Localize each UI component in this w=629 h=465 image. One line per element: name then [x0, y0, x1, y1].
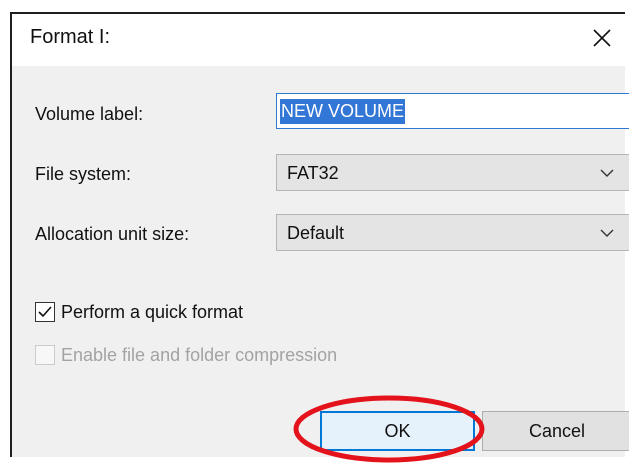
compression-option: Enable file and folder compression: [35, 343, 337, 367]
file-system-selected: FAT32: [287, 163, 339, 183]
volume-label-input[interactable]: NEW VOLUME: [276, 93, 629, 129]
volume-label-caption: Volume label:: [35, 104, 144, 124]
chevron-down-icon: [600, 169, 614, 177]
file-system-caption: File system:: [35, 164, 132, 184]
file-system-select[interactable]: FAT32: [276, 154, 629, 191]
quick-format-label: Perform a quick format: [61, 301, 244, 322]
compression-checkbox: [35, 345, 55, 365]
page: Format I: Volume label: NEW VOLUME File …: [0, 0, 629, 465]
format-dialog: Format I: Volume label: NEW VOLUME File …: [10, 12, 629, 457]
volume-label-value: NEW VOLUME: [280, 99, 406, 124]
allocation-unit-size-selected: Default: [287, 223, 345, 243]
ok-button[interactable]: OK: [320, 411, 475, 451]
close-button[interactable]: [579, 18, 625, 58]
quick-format-checkbox[interactable]: [35, 302, 55, 322]
compression-label: Enable file and folder compression: [61, 344, 338, 365]
allocation-unit-size-select[interactable]: Default: [276, 214, 629, 251]
title-bar: Format I:: [12, 14, 625, 66]
quick-format-option[interactable]: Perform a quick format: [35, 300, 243, 324]
cancel-button[interactable]: Cancel: [482, 411, 629, 451]
chevron-down-icon: [600, 229, 614, 237]
dialog-body: Volume label: NEW VOLUME File system: FA…: [12, 66, 629, 457]
window-title: Format I:: [30, 26, 111, 48]
checkmark-icon: [38, 306, 52, 318]
close-icon: [593, 29, 611, 47]
allocation-unit-size-caption: Allocation unit size:: [35, 224, 190, 244]
